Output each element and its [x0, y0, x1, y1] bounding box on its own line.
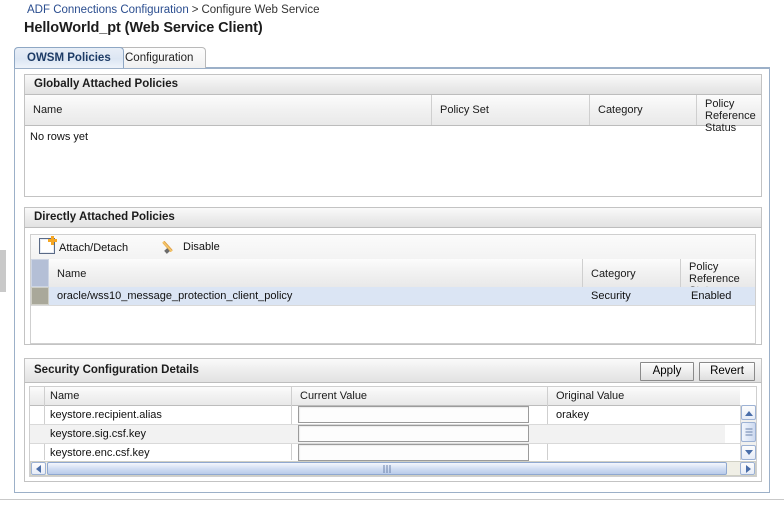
column-header-original-value[interactable]: Original Value [556, 390, 624, 402]
column-divider-2[interactable] [589, 95, 590, 125]
table-row[interactable]: oracle/wss10_message_protection_client_p… [31, 287, 755, 305]
horizontal-scrollbar[interactable] [30, 461, 756, 476]
bottom-divider [0, 499, 784, 500]
directly-attached-body: Attach/Detach Disable Name Category Poli… [24, 228, 762, 345]
scroll-up-button[interactable] [741, 405, 756, 420]
directly-attached-title: Directly Attached Policies [34, 211, 175, 223]
column-header-name[interactable]: Name [57, 268, 86, 280]
column-divider-1[interactable] [582, 259, 583, 287]
chevron-right-icon [745, 464, 751, 473]
section-directly-attached-policies: Directly Attached Policies Attach/Detach… [24, 207, 762, 345]
attach-detach-button[interactable]: Attach/Detach [39, 236, 129, 256]
pencil-icon [165, 239, 179, 253]
column-header-policy-reference-status[interactable]: Policy Reference Status [705, 98, 767, 134]
chevron-up-icon [744, 410, 753, 416]
tab-configuration[interactable]: Configuration [112, 47, 207, 68]
security-config-table-header: Name Current Value Original Value [30, 387, 740, 406]
column-header-policy-set[interactable]: Policy Set [440, 104, 489, 116]
section-globally-attached-policies: Globally Attached Policies Name Policy S… [24, 74, 762, 197]
security-config-table-frame: Name Current Value Original Value keysto… [29, 386, 757, 477]
column-header-current-value[interactable]: Current Value [300, 390, 367, 402]
globally-attached-header: Globally Attached Policies [24, 74, 762, 95]
column-header-category[interactable]: Category [598, 104, 643, 116]
cell-original-value: orakey [556, 409, 590, 421]
column-divider-1[interactable] [431, 95, 432, 125]
document-plus-icon [39, 236, 57, 254]
vertical-scrollbar[interactable] [740, 405, 756, 460]
select-all-cell[interactable] [31, 259, 49, 287]
table-row[interactable]: keystore.enc.csf.key [30, 444, 740, 462]
page-root: ADF Connections Configuration > Configure … [0, 0, 784, 507]
chevron-left-icon [35, 464, 41, 473]
section-security-configuration-details: Security Configuration Details Apply Rev… [24, 358, 762, 482]
breadcrumb-separator: > [191, 4, 199, 16]
column-divider-3[interactable] [696, 95, 697, 125]
cell-category: Security [591, 290, 631, 302]
security-config-title: Security Configuration Details [34, 364, 199, 376]
chevron-down-icon [744, 449, 753, 455]
vertical-scroll-thumb[interactable] [741, 422, 756, 442]
table-row[interactable]: keystore.recipient.alias orakey [30, 405, 740, 424]
globally-attached-empty-message: No rows yet [30, 131, 89, 143]
cell-name: keystore.enc.csf.key [50, 447, 150, 459]
directly-attached-header: Directly Attached Policies [24, 207, 762, 228]
column-header-name[interactable]: Name [33, 104, 62, 116]
left-rail [6, 0, 7, 507]
scroll-left-button[interactable] [31, 462, 46, 475]
directly-attached-toolbar: Attach/Detach Disable [31, 235, 755, 260]
security-config-header: Security Configuration Details Apply Rev… [24, 358, 762, 383]
apply-button[interactable]: Apply [640, 362, 694, 381]
globally-attached-table: Name Policy Set Category Policy Referenc… [25, 95, 761, 196]
revert-button[interactable]: Revert [699, 362, 755, 381]
scroll-right-button[interactable] [740, 462, 755, 475]
globally-attached-table-header: Name Policy Set Category Policy Referenc… [25, 95, 761, 134]
cell-name: keystore.sig.csf.key [50, 428, 146, 440]
grip-icon [745, 428, 752, 436]
current-value-input-keystore-recipient-alias[interactable] [298, 406, 529, 423]
directly-attached-table-frame: Attach/Detach Disable Name Category Poli… [30, 234, 756, 344]
row-select-indicator[interactable] [31, 287, 49, 305]
horizontal-scroll-thumb[interactable] [47, 462, 727, 475]
tab-bar: OWSM Policies Configuration [14, 47, 770, 69]
current-value-input-keystore-sig-csf-key[interactable] [298, 425, 529, 442]
row-divider [31, 305, 755, 306]
breadcrumb: ADF Connections Configuration > Configure … [27, 4, 320, 16]
security-config-body: Name Current Value Original Value keysto… [24, 383, 762, 482]
globally-attached-title: Globally Attached Policies [34, 78, 179, 90]
table-row[interactable]: keystore.sig.csf.key [30, 425, 725, 443]
tab-content-panel: Globally Attached Policies Name Policy S… [14, 69, 770, 493]
current-value-input-keystore-enc-csf-key[interactable] [298, 444, 529, 461]
scroll-down-button[interactable] [741, 445, 756, 460]
column-divider-2[interactable] [680, 259, 681, 287]
disable-button[interactable]: Disable [165, 238, 220, 256]
tab-owsm-policies[interactable]: OWSM Policies [14, 47, 124, 68]
column-header-category[interactable]: Category [591, 268, 636, 280]
breadcrumb-link-parent[interactable]: ADF Connections Configuration [27, 4, 189, 16]
breadcrumb-current: Configure Web Service [201, 4, 320, 16]
globally-attached-body: Name Policy Set Category Policy Referenc… [24, 95, 762, 197]
attach-detach-label: Attach/Detach [59, 242, 129, 254]
cell-name: keystore.recipient.alias [50, 409, 162, 421]
cell-policy-reference-status: Enabled [691, 290, 732, 302]
page-title: HelloWorld_pt (Web Service Client) [24, 20, 263, 36]
directly-attached-table-header: Name Category Policy Reference Status [31, 259, 755, 297]
grip-icon [383, 464, 391, 473]
disable-label: Disable [183, 241, 220, 253]
cell-policy-name: oracle/wss10_message_protection_client_p… [57, 290, 293, 302]
column-header-name[interactable]: Name [50, 390, 79, 402]
